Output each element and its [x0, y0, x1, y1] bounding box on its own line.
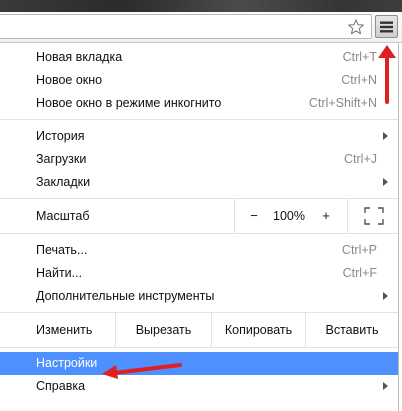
menu-item-shortcut: Ctrl+P	[341, 243, 377, 257]
address-bar[interactable]	[0, 14, 372, 39]
submenu-arrow-icon	[383, 178, 388, 186]
menu-item-label: Настройки	[36, 356, 98, 370]
submenu-arrow-icon	[383, 382, 388, 390]
annotation-arrow-left-icon	[100, 354, 182, 380]
submenu-arrow-icon	[383, 132, 388, 140]
menu-item-help[interactable]: Справка	[0, 375, 398, 398]
menu-item-settings[interactable]: Настройки	[0, 352, 398, 375]
menu-item-new-tab[interactable]: Новая вкладка Ctrl+T	[0, 46, 398, 69]
menu-item-label: Новое окно в режиме инкогнито	[36, 96, 222, 110]
menu-item-label: Новое окно	[36, 73, 103, 87]
zoom-label: Масштаб	[36, 209, 90, 223]
menu-item-label: Дополнительные инструменты	[36, 289, 215, 303]
copy-button[interactable]: Копировать	[212, 323, 305, 337]
menu-item-shortcut: Ctrl+T	[342, 50, 377, 64]
menu-item-bookmarks[interactable]: Закладки	[0, 171, 398, 194]
annotation-arrow-up-icon	[376, 44, 398, 104]
edit-label: Изменить	[36, 323, 93, 337]
zoom-row: Масштаб − 100% +	[0, 199, 398, 233]
menu-item-label: История	[36, 129, 85, 143]
chrome-menu-button[interactable]	[375, 15, 398, 38]
hamburger-menu-icon	[380, 21, 393, 32]
menu-item-new-window[interactable]: Новое окно Ctrl+N	[0, 69, 398, 92]
menu-separator	[0, 233, 398, 234]
menu-item-shortcut: Ctrl+Shift+N	[308, 96, 377, 110]
paste-button[interactable]: Вставить	[306, 323, 398, 337]
menu-separator	[0, 347, 398, 348]
menu-item-shortcut: Ctrl+F	[342, 266, 377, 280]
menu-item-find[interactable]: Найти... Ctrl+F	[0, 262, 398, 285]
menu-item-label: Справка	[36, 379, 86, 393]
menu-item-incognito[interactable]: Новое окно в режиме инкогнито Ctrl+Shift…	[0, 92, 398, 115]
chrome-main-menu: Новая вкладка Ctrl+T Новое окно Ctrl+N Н…	[0, 43, 399, 411]
menu-item-history[interactable]: История	[0, 125, 398, 148]
zoom-divider	[234, 199, 235, 233]
browser-toolbar	[0, 12, 402, 43]
menu-separator	[0, 119, 398, 120]
menu-item-shortcut: Ctrl+J	[344, 152, 377, 166]
zoom-out-button[interactable]: −	[246, 208, 262, 223]
menu-item-label: Загрузки	[36, 152, 87, 166]
menu-item-downloads[interactable]: Загрузки Ctrl+J	[0, 148, 398, 171]
screenshot-root: Новая вкладка Ctrl+T Новое окно Ctrl+N Н…	[0, 0, 402, 411]
menu-item-shortcut: Ctrl+N	[341, 73, 377, 87]
menu-item-label: Печать...	[36, 243, 88, 257]
submenu-arrow-icon	[383, 292, 388, 300]
cut-button[interactable]: Вырезать	[116, 323, 211, 337]
zoom-in-button[interactable]: +	[318, 208, 334, 223]
menu-item-label: Закладки	[36, 175, 91, 189]
menu-item-more-tools[interactable]: Дополнительные инструменты	[0, 285, 398, 308]
zoom-value: 100%	[273, 209, 305, 223]
edit-row: Изменить Вырезать Копировать Вставить	[0, 313, 398, 347]
star-outline-icon[interactable]	[344, 16, 368, 38]
page-background-strip	[0, 0, 402, 12]
menu-item-label: Найти...	[36, 266, 83, 280]
menu-item-label: Новая вкладка	[36, 50, 123, 64]
fullscreen-icon[interactable]	[364, 207, 384, 225]
zoom-divider	[347, 199, 348, 233]
menu-item-print[interactable]: Печать... Ctrl+P	[0, 239, 398, 262]
